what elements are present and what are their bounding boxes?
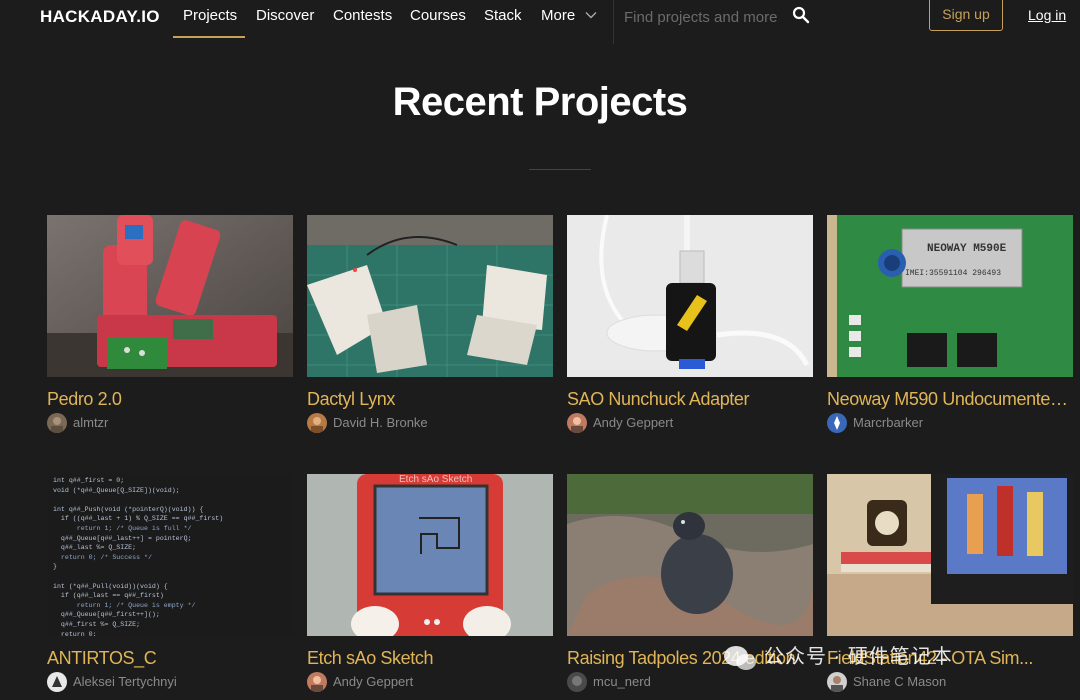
code-snippet-image: int q##_first = 0; void (*q##_Queue[Q_SIZ… [53, 476, 293, 636]
author-name[interactable]: Aleksei Tertychnyi [73, 674, 177, 689]
project-card[interactable]: Raising Tadpoles 2024 edition mcu_nerd [567, 474, 813, 692]
search-icon[interactable] [792, 6, 810, 24]
author-name[interactable]: Shane C Mason [853, 674, 946, 689]
author-name[interactable]: David H. Bronke [333, 415, 428, 430]
module-imei: IMEI:35591104 296493 [905, 269, 1001, 278]
search-input[interactable] [620, 4, 788, 30]
author-name[interactable]: Andy Geppert [593, 415, 673, 430]
nav-more[interactable]: More [541, 7, 575, 24]
project-thumbnail[interactable]: Etch sAo Sketch [307, 474, 553, 636]
author-avatar[interactable] [827, 672, 847, 692]
project-title[interactable]: Etch sAo Sketch [307, 648, 553, 669]
project-card[interactable]: Pedro 2.0 almtzr [47, 215, 293, 433]
robot-arm-image [47, 215, 293, 377]
author-avatar[interactable] [567, 672, 587, 692]
nav-discover[interactable]: Discover [256, 7, 314, 24]
author-avatar[interactable] [47, 672, 67, 692]
top-nav: HACKADAY.IO Projects Discover Contests C… [0, 0, 1080, 44]
code-line: int q##_Push(void (*pointerQ)(void)) { [53, 505, 204, 513]
wechat-icon [724, 646, 756, 670]
code-line: return 1; /* Queue is empty */ [53, 601, 196, 609]
chevron-down-icon[interactable] [585, 9, 597, 21]
nav-stack[interactable]: Stack [484, 7, 522, 24]
code-line: void (*q##_Queue[Q_SIZE])(void); [53, 486, 180, 494]
author-avatar[interactable] [567, 413, 587, 433]
module-label: NEOWAY M590E [927, 243, 1007, 255]
code-line: return 1; /* Queue is full */ [53, 524, 192, 532]
project-thumbnail[interactable] [47, 215, 293, 377]
author-avatar[interactable] [827, 413, 847, 433]
code-line: q##_Queue[q##_last++] = pointerQ; [53, 534, 192, 542]
log-in-link[interactable]: Log in [1028, 7, 1066, 23]
project-title[interactable]: Neoway M590 Undocumented... [827, 389, 1073, 410]
nav-contests[interactable]: Contests [333, 7, 392, 24]
gsm-module-image: NEOWAY M590E IMEI:35591104 296493 [827, 215, 1073, 377]
sketch-label: Etch sAo Sketch [399, 474, 472, 485]
code-line: return 0; [53, 630, 97, 637]
project-thumbnail[interactable] [827, 474, 1073, 636]
nav-projects[interactable]: Projects [183, 7, 237, 24]
author-avatar[interactable] [47, 413, 67, 433]
sign-up-button[interactable]: Sign up [929, 0, 1003, 31]
author-name[interactable]: Andy Geppert [333, 674, 413, 689]
code-line: q##_first %= Q_SIZE; [53, 620, 141, 628]
project-thumbnail[interactable] [567, 215, 813, 377]
project-thumbnail[interactable]: NEOWAY M590E IMEI:35591104 296493 [827, 215, 1073, 377]
author-name[interactable]: almtzr [73, 415, 108, 430]
project-card[interactable]: NEOWAY M590E IMEI:35591104 296493 Neoway… [827, 215, 1073, 433]
code-line: if (q##_last == q##_first) [53, 592, 164, 600]
author-name[interactable]: Marcrbarker [853, 415, 923, 430]
watermark-text: 公众号 · 硬件笔记本 [764, 646, 953, 668]
project-card[interactable]: FieldStation42 - OTA Sim... Shane C Maso… [827, 474, 1073, 692]
project-card[interactable]: Dactyl Lynx David H. Bronke [307, 215, 553, 433]
project-thumbnail[interactable]: int q##_first = 0; void (*q##_Queue[Q_SIZ… [47, 474, 293, 636]
code-line: q##_Queue[q##_first++](); [53, 611, 160, 619]
project-thumbnail[interactable] [307, 215, 553, 377]
author-avatar[interactable] [307, 413, 327, 433]
project-title[interactable]: Pedro 2.0 [47, 389, 293, 410]
project-thumbnail[interactable] [567, 474, 813, 636]
title-divider [529, 169, 591, 170]
project-card[interactable]: Etch sAo Sketch Etch sAo Sketch Andy Gep… [307, 474, 553, 692]
project-title[interactable]: Dactyl Lynx [307, 389, 553, 410]
etch-sketch-image: Etch sAo Sketch [307, 474, 553, 636]
project-card[interactable]: SAO Nunchuck Adapter Andy Geppert [567, 215, 813, 433]
code-line: } [53, 563, 57, 571]
code-line: int (*q##_Pull(void))(void) { [53, 582, 168, 590]
code-line: int q##_first = 0; [53, 477, 125, 484]
active-tab-indicator [173, 36, 245, 38]
site-logo[interactable]: HACKADAY.IO [40, 7, 160, 27]
author-name[interactable]: mcu_nerd [593, 674, 651, 689]
retro-tv-image [827, 474, 1073, 636]
project-card[interactable]: int q##_first = 0; void (*q##_Queue[Q_SIZ… [47, 474, 293, 692]
project-title[interactable]: SAO Nunchuck Adapter [567, 389, 813, 410]
author-avatar[interactable] [307, 672, 327, 692]
code-line: q##_last %= Q_SIZE; [53, 544, 137, 552]
keyboard-image [307, 215, 553, 377]
nav-divider [613, 0, 614, 44]
code-line: return 0; /* Success */ [53, 553, 152, 561]
code-line: if ((q##_last + 1) % Q_SIZE == q##_first… [53, 515, 224, 523]
nav-courses[interactable]: Courses [410, 7, 466, 24]
nunchuck-adapter-image [567, 215, 813, 377]
tadpole-frog-image [567, 474, 813, 636]
page-title: Recent Projects [392, 80, 688, 124]
project-title[interactable]: ANTIRTOS_C [47, 648, 293, 669]
